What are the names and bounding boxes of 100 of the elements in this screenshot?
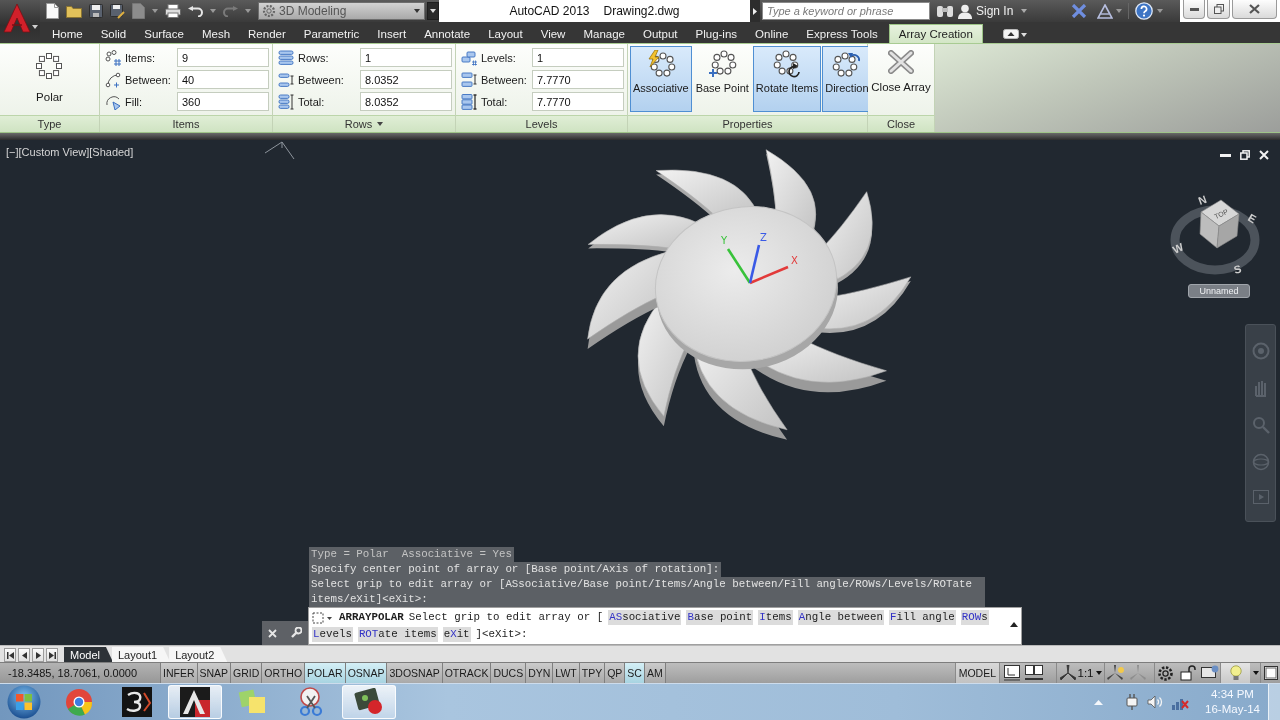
taskbar-button[interactable] bbox=[342, 685, 396, 719]
power-plug-icon[interactable] bbox=[1125, 694, 1140, 710]
workspace-dropdown[interactable]: 3D Modeling bbox=[258, 2, 425, 20]
save-icon[interactable] bbox=[89, 4, 103, 18]
clean-screen-button[interactable] bbox=[1260, 663, 1280, 683]
ribbon-tab[interactable]: Output bbox=[634, 24, 687, 43]
print-icon[interactable] bbox=[165, 4, 181, 18]
search-toggle-button[interactable] bbox=[750, 0, 760, 22]
binoculars-icon[interactable] bbox=[936, 4, 954, 18]
status-toggle[interactable]: LWT bbox=[552, 663, 579, 683]
command-option[interactable]: Angle between bbox=[797, 610, 884, 625]
command-option[interactable]: ROTate items bbox=[357, 627, 438, 642]
panel-title[interactable]: Rows bbox=[344, 118, 373, 130]
compass-label[interactable]: W bbox=[1170, 240, 1186, 256]
command-option[interactable]: ASsociative bbox=[608, 610, 682, 625]
ribbon-tab[interactable]: Render bbox=[239, 24, 295, 43]
panel-caret-icon[interactable] bbox=[1002, 29, 1027, 39]
ribbon-tab[interactable]: Home bbox=[43, 24, 92, 43]
triangle-logo-icon[interactable] bbox=[1097, 3, 1114, 19]
status-toggle[interactable]: OSNAP bbox=[344, 663, 387, 683]
layout-tab[interactable]: Layout2 bbox=[169, 647, 228, 662]
command-option[interactable]: Base point bbox=[686, 610, 754, 625]
help-icon[interactable] bbox=[1135, 2, 1154, 20]
close-icon[interactable] bbox=[1259, 150, 1269, 160]
command-option[interactable]: eXit bbox=[442, 627, 471, 642]
ribbon-tab[interactable]: Solid bbox=[91, 24, 136, 43]
undo-icon[interactable] bbox=[188, 5, 203, 17]
property-button[interactable]: Rotate Items bbox=[752, 46, 822, 112]
ribbon-tab[interactable]: Online bbox=[746, 24, 798, 43]
restore-button[interactable] bbox=[1207, 0, 1230, 19]
compass-label[interactable]: S bbox=[1232, 262, 1243, 276]
close-button[interactable] bbox=[1232, 0, 1277, 19]
number-field[interactable]: 1 bbox=[360, 48, 452, 67]
first-button[interactable] bbox=[4, 648, 16, 662]
ribbon-tab[interactable]: Array Creation bbox=[888, 24, 983, 43]
status-toggle[interactable]: 3DOSNAP bbox=[386, 663, 442, 683]
minimize-button[interactable] bbox=[1183, 0, 1205, 19]
search-field[interactable]: Type a keyword or phrase bbox=[762, 2, 930, 20]
property-button[interactable]: Associative bbox=[630, 46, 692, 112]
status-toggle[interactable]: OTRACK bbox=[441, 663, 491, 683]
wrench-icon[interactable] bbox=[289, 627, 302, 639]
command-input[interactable]: ARRAYPOLAR Select grip to edit array or [ ASsociative Base point Items Angle between Fill angle ROWs Levels ROTate items eXit ]<eXit>: bbox=[308, 607, 1022, 645]
isolate-button[interactable] bbox=[1220, 663, 1250, 683]
caret-icon[interactable] bbox=[430, 9, 436, 13]
ribbon-tab[interactable]: Annotate bbox=[415, 24, 480, 43]
command-option[interactable]: Fill angle bbox=[888, 610, 956, 625]
caret-icon[interactable] bbox=[32, 25, 38, 29]
cross-logo-icon[interactable] bbox=[1071, 4, 1088, 18]
taskbar-button[interactable] bbox=[168, 685, 222, 719]
last-button[interactable] bbox=[46, 648, 58, 662]
minimize-icon[interactable] bbox=[1220, 153, 1231, 157]
command-option[interactable]: ROWs bbox=[960, 610, 989, 625]
status-toggle[interactable]: ORTHO bbox=[261, 663, 305, 683]
status-toggle[interactable]: QP bbox=[604, 663, 625, 683]
ribbon-tab[interactable]: Surface bbox=[135, 24, 193, 43]
open-icon[interactable] bbox=[66, 4, 82, 18]
viewport-label[interactable]: [−][Custom View][Shaded] bbox=[6, 146, 134, 158]
property-button[interactable]: Base Point bbox=[692, 46, 752, 112]
status-toggle[interactable]: GRID bbox=[230, 663, 262, 683]
number-field[interactable]: 7.7770 bbox=[532, 70, 624, 89]
layout-tab[interactable]: Layout1 bbox=[111, 647, 171, 662]
command-line-handle[interactable] bbox=[262, 621, 308, 645]
status-toggle[interactable]: SNAP bbox=[196, 663, 231, 683]
next-button[interactable] bbox=[32, 648, 44, 662]
compass-ring[interactable] bbox=[1170, 205, 1260, 275]
number-field[interactable]: 40 bbox=[177, 70, 269, 89]
compass-label[interactable]: E bbox=[1246, 211, 1259, 226]
status-toggle[interactable]: AM bbox=[643, 663, 666, 683]
dotted-square-icon[interactable] bbox=[312, 611, 334, 624]
number-field[interactable]: 1 bbox=[532, 48, 624, 67]
ribbon-tab[interactable]: Parametric bbox=[294, 24, 369, 43]
caret-icon[interactable] bbox=[414, 9, 420, 13]
number-field[interactable]: 8.0352 bbox=[360, 70, 452, 89]
caret-up-icon[interactable] bbox=[1010, 622, 1018, 627]
status-toggle[interactable]: POLAR bbox=[304, 663, 345, 683]
ribbon-tab[interactable]: Manage bbox=[574, 24, 634, 43]
drawings-view-button[interactable] bbox=[1022, 663, 1044, 683]
number-field[interactable]: 7.7770 bbox=[532, 92, 624, 111]
command-option[interactable]: Items bbox=[758, 610, 793, 625]
status-toggle[interactable]: SC bbox=[624, 663, 644, 683]
new-icon[interactable] bbox=[46, 3, 59, 19]
status-toggle[interactable]: TPY bbox=[578, 663, 605, 683]
model-tab[interactable]: Model bbox=[64, 647, 113, 662]
ribbon-tab[interactable]: View bbox=[531, 24, 575, 43]
status-toggle[interactable]: DUCS bbox=[490, 663, 526, 683]
caret-icon[interactable] bbox=[1252, 671, 1259, 675]
ribbon-tab[interactable]: Plug-ins bbox=[686, 24, 747, 43]
ribbon-tab[interactable]: Layout bbox=[479, 24, 532, 43]
ucs-menu[interactable]: Unnamed bbox=[1188, 284, 1250, 298]
number-field[interactable]: 9 bbox=[177, 48, 269, 67]
customize-menu-button[interactable] bbox=[427, 2, 439, 20]
save-as-icon[interactable] bbox=[110, 3, 125, 19]
number-field[interactable]: 360 bbox=[177, 92, 269, 111]
model-space-button[interactable]: MODEL bbox=[954, 663, 1000, 683]
sign-in-button[interactable]: Sign In bbox=[958, 3, 1028, 19]
caret-icon[interactable] bbox=[1095, 671, 1102, 675]
speaker-icon[interactable] bbox=[1147, 695, 1164, 709]
ribbon-tab[interactable]: Insert bbox=[368, 24, 416, 43]
command-option[interactable]: Levels bbox=[312, 627, 353, 642]
ribbon-tab[interactable]: Mesh bbox=[192, 24, 240, 43]
